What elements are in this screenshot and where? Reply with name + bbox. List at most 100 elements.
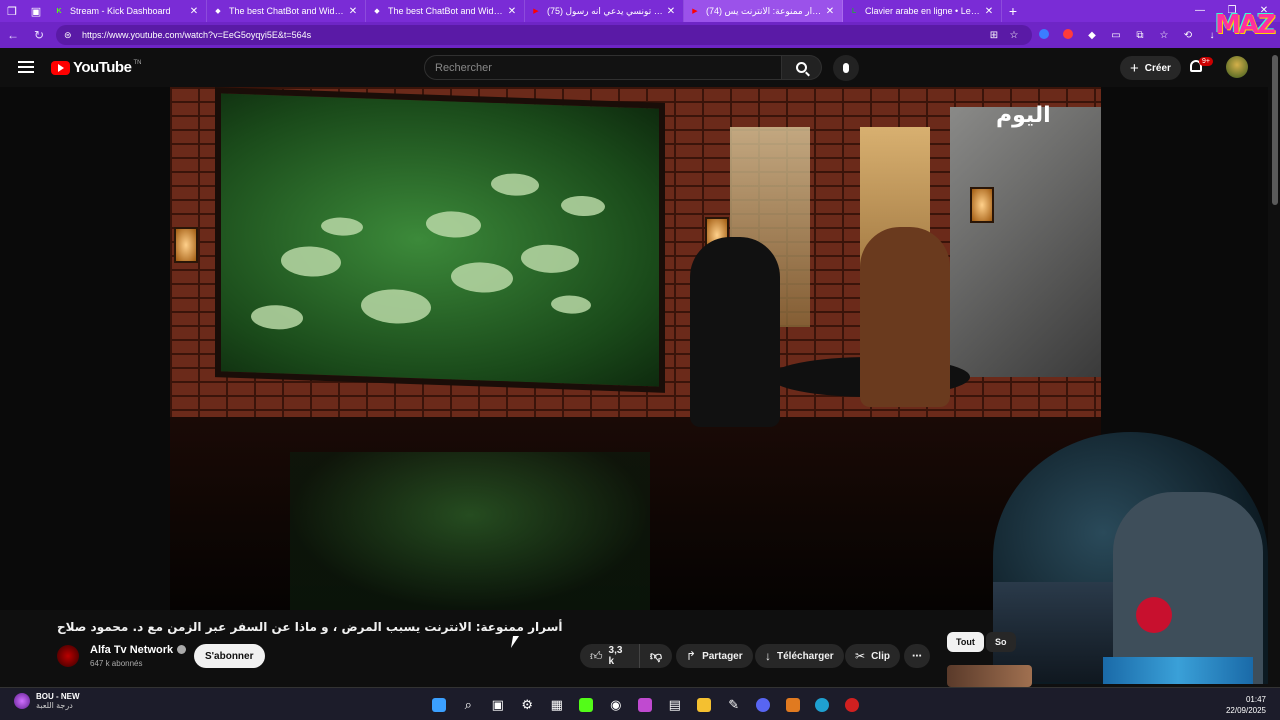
tab-title: The best ChatBot and Widgets fo [388,6,506,16]
minimize-icon[interactable]: — [1184,0,1216,22]
page-scrollbar[interactable] [1272,55,1278,205]
start-windows-icon[interactable] [424,692,454,718]
like-button[interactable]: 👍︎ 3,3 k [580,644,640,668]
clip-label: Clip [871,650,890,662]
task-view-icon[interactable]: ▣ [483,692,513,718]
close-tab-icon[interactable]: ✕ [506,6,518,17]
recommended-video-thumbnail[interactable] [947,665,1032,687]
back-icon[interactable]: ← [0,28,26,42]
more-actions-button[interactable]: ⋯ [904,644,930,668]
thumbs-up-icon: 👍︎ [590,648,603,663]
close-tab-icon[interactable]: ✕ [347,6,359,17]
tab-title: Clavier arabe en ligne • Lexilogos [865,6,983,16]
extension-1-icon[interactable] [1032,28,1056,42]
refresh-icon[interactable]: ↻ [26,28,52,42]
taskbar-app-icon[interactable]: ⚙ [513,692,543,718]
download-icon: ↓ [765,649,771,663]
channel-name-row[interactable]: Alfa Tv Network [90,644,187,656]
share-icon: ↱ [686,649,697,663]
taskbar-app-icon[interactable] [572,692,602,718]
widgets-button[interactable]: BOU - NEW درجة اللعبة [14,692,80,710]
taskbar-apps: ⌕ ▣ ⚙ ▦ ◉ ▤ ✎ [424,692,867,718]
new-tab-button[interactable]: + [1002,3,1024,19]
stream-overlay-logo: MAZ [1215,10,1276,40]
search-placeholder: Rechercher [435,61,492,74]
dislike-button[interactable]: 👎︎ [640,649,672,664]
chip-second[interactable]: So [986,632,1016,652]
taskbar-app-icon[interactable] [778,692,808,718]
system-clock[interactable]: 01:47 22/09/2025 [1226,694,1266,716]
channel-name[interactable]: Alfa Tv Network [90,644,173,656]
windows-taskbar: BOU - NEW درجة اللعبة ⌕ ▣ ⚙ ▦ ◉ ▤ ✎ 01:4… [0,687,1280,720]
favorites-icon[interactable]: ☆ [1152,30,1176,41]
browser-tab[interactable]: ▶ (75) تونسي يدعي انه رسول - YouTube✕ [525,0,684,22]
subscriber-count: 647 k abonnés [90,659,143,668]
taskbar-app-icon[interactable]: ✎ [719,692,749,718]
download-button[interactable]: ↓ Télécharger [755,644,844,668]
taskbar-app-icon[interactable]: ▦ [542,692,572,718]
extension-3-icon[interactable]: ◆ [1080,30,1104,41]
subscribe-button[interactable]: S'abonner [194,644,265,668]
create-button[interactable]: + Créer [1120,56,1181,80]
discord-icon[interactable] [749,692,779,718]
hamburger-menu-icon[interactable] [18,61,34,73]
workspaces-icon[interactable]: ❐ [0,0,24,22]
thumbs-down-icon: 👎︎ [649,648,662,663]
app-available-icon[interactable]: ⊞ [984,30,1004,41]
tab-favicon-icon: ▶ [692,8,698,15]
site-info-icon[interactable]: ⊜ [64,30,76,41]
extension-2-icon[interactable] [1056,28,1080,42]
close-tab-icon[interactable]: ✕ [188,6,200,17]
video-title: أسرار ممنوعة: الانترنت يسبب المرض ، و ما… [57,620,563,634]
search-input[interactable]: Rechercher [424,55,782,80]
close-tab-icon[interactable]: ✕ [665,6,677,17]
extension-4-icon[interactable]: ▭ [1104,30,1128,41]
guest-figure [860,227,950,407]
tab-title: (74) أسرار ممنوعة: الانترنت يس [706,5,824,16]
taskbar-app-icon[interactable] [837,692,867,718]
close-tab-icon[interactable]: ✕ [824,6,836,17]
tab-favicon-icon: K [56,7,62,15]
channel-watermark: اليوم [996,103,1051,128]
video-frame[interactable]: اليوم [170,87,1101,610]
chip-all[interactable]: Tout [947,632,984,652]
split-screen-icon[interactable]: ⧉ [1128,30,1152,41]
browser-tab[interactable]: ▶ (74) أسرار ممنوعة: الانترنت يس ✕ [684,0,843,22]
clip-button[interactable]: ✂ Clip [845,644,900,668]
close-tab-icon[interactable]: ✕ [983,6,995,17]
search-button[interactable] [782,55,822,80]
youtube-country-code: TN [133,59,142,66]
url-text: https://www.youtube.com/watch?v=EeG5oyqy… [82,30,312,40]
tab-favicon-icon: ◆ [215,8,221,15]
taskbar-app-icon[interactable]: ◉ [601,692,631,718]
share-label: Partager [702,650,743,662]
clock-date: 22/09/2025 [1225,706,1266,715]
taskbar-app-icon[interactable]: ▤ [660,692,690,718]
edge-browser-icon[interactable] [808,692,838,718]
account-avatar[interactable] [1226,56,1248,78]
browser-tab[interactable]: K Stream - Kick Dashboard ✕ [48,0,207,22]
taskbar-app-icon[interactable] [631,692,661,718]
sync-icon[interactable]: ⟲ [1176,30,1200,41]
interviewer-figure [690,237,780,427]
mouse-cursor-icon [510,636,520,648]
favorite-star-icon[interactable]: ☆ [1004,30,1024,41]
browser-tab[interactable]: ◆ The best ChatBot and Widgets fo✕ [207,0,366,22]
channel-avatar[interactable] [57,645,79,667]
url-field[interactable]: ⊜ https://www.youtube.com/watch?v=EeG5oy… [56,25,1032,45]
youtube-logo-text: YouTube [73,59,132,76]
browser-tab[interactable]: L Clavier arabe en ligne • Lexilogos✕ [843,0,1002,22]
file-explorer-icon[interactable] [690,692,720,718]
share-button[interactable]: ↱ Partager [676,644,753,668]
taskbar-search-icon[interactable]: ⌕ [454,692,484,718]
tab-favicon-icon: ◆ [374,8,380,15]
browser-tab[interactable]: ◆ The best ChatBot and Widgets fo✕ [366,0,525,22]
voice-search-button[interactable] [833,55,859,81]
youtube-play-icon [51,60,70,75]
tab-title: Stream - Kick Dashboard [70,6,171,16]
clock-time: 01:47 [1245,695,1266,704]
tab-actions-icon[interactable]: ▣ [24,0,48,22]
tunisia-flag-icon [1136,597,1172,633]
wall-lamp [174,227,198,263]
youtube-logo[interactable]: YouTube TN [51,59,141,76]
